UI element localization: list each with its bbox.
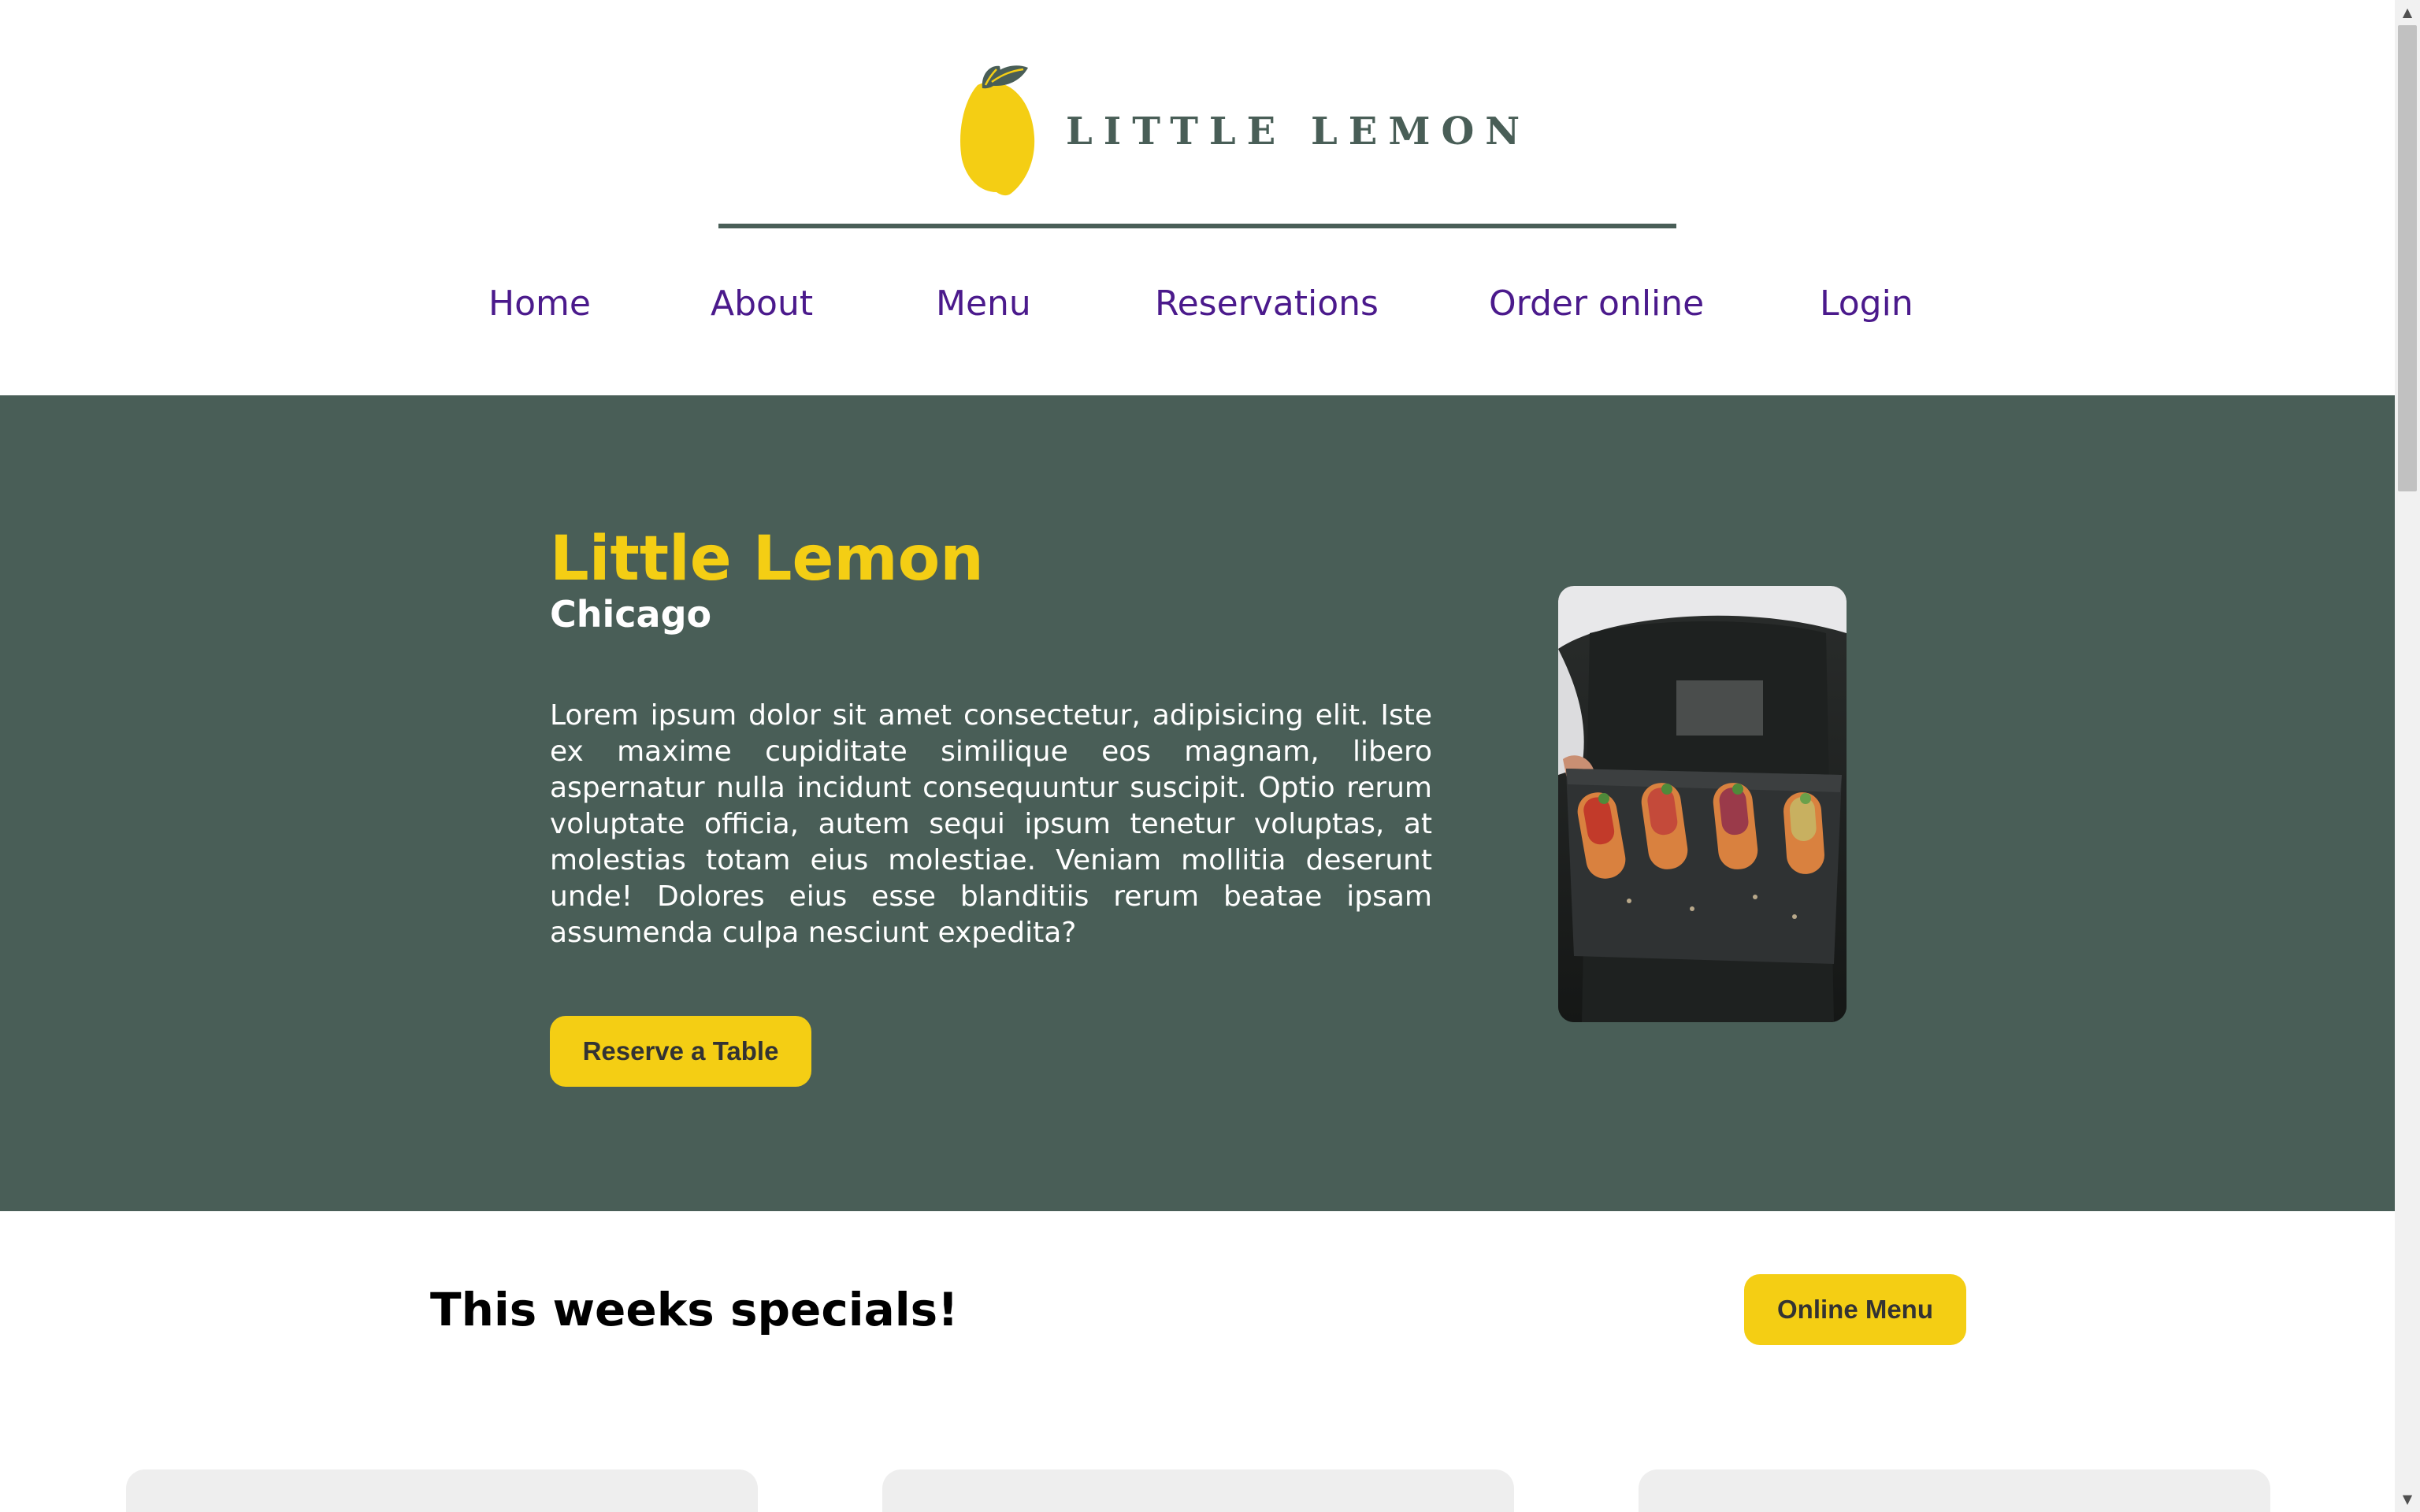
- special-card[interactable]: [126, 1469, 758, 1512]
- scrollbar-thumb[interactable]: [2398, 25, 2417, 491]
- header-divider: [718, 224, 1676, 228]
- nav-item-login[interactable]: Login: [1820, 284, 1913, 324]
- nav-item-reservations[interactable]: Reservations: [1155, 284, 1379, 324]
- specials-title: This weeks specials!: [430, 1283, 959, 1336]
- nav-item-order-online[interactable]: Order online: [1489, 284, 1704, 324]
- vertical-scrollbar[interactable]: ▲ ▼: [2395, 0, 2420, 1512]
- hero-subtitle: Chicago: [550, 593, 712, 636]
- nav-item-home[interactable]: Home: [488, 284, 591, 324]
- hero-title: Little Lemon: [550, 524, 984, 595]
- brand-logo[interactable]: LITTLE LEMON: [957, 61, 1531, 197]
- brand-name: LITTLE LEMON: [1066, 109, 1531, 154]
- reserve-table-button[interactable]: Reserve a Table: [550, 1016, 811, 1087]
- hero-section: Little Lemon Chicago Lorem ipsum dolor s…: [0, 395, 2395, 1211]
- online-menu-button[interactable]: Online Menu: [1744, 1274, 1966, 1345]
- special-card[interactable]: [882, 1469, 1514, 1512]
- hero-food-image: [1558, 586, 1847, 1022]
- scroll-down-icon[interactable]: ▼: [2395, 1487, 2420, 1512]
- main-nav: Home About Menu Reservations Order onlin…: [0, 284, 2395, 339]
- lemon-icon: [957, 61, 1039, 197]
- nav-item-about[interactable]: About: [711, 284, 813, 324]
- nav-item-menu[interactable]: Menu: [936, 284, 1031, 324]
- page: LITTLE LEMON Home About Menu Reservation…: [0, 0, 2420, 1512]
- special-card[interactable]: [1639, 1469, 2270, 1512]
- scroll-up-icon[interactable]: ▲: [2395, 0, 2420, 25]
- hero-description: Lorem ipsum dolor sit amet consectetur, …: [550, 699, 1432, 949]
